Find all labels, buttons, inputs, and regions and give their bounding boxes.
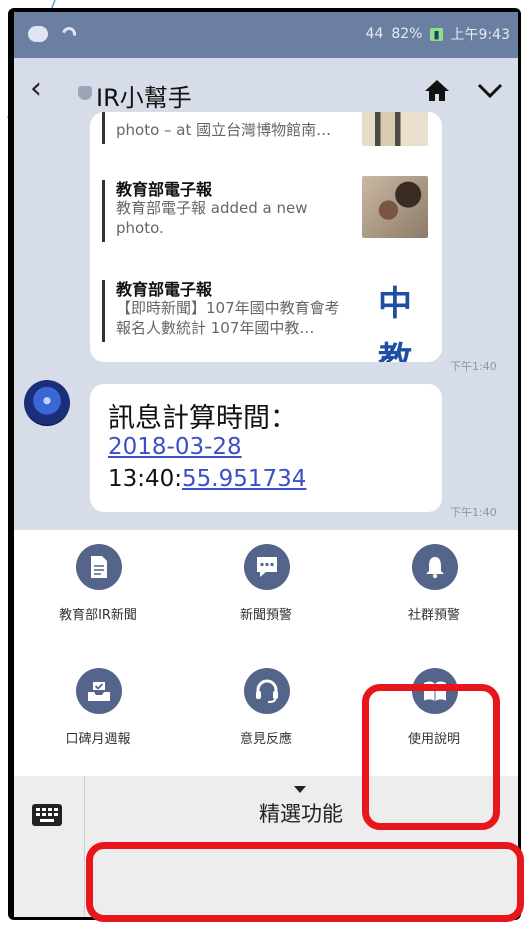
time-prefix: 13:40: (108, 466, 183, 492)
status-bar: 44 82% ▮ 上午9:43 (14, 12, 518, 58)
rich-menu-label: 教育部IR新聞 (59, 608, 137, 623)
message-time-value: 13:40:55.951734 (108, 466, 306, 492)
line-notification-icon (28, 26, 48, 42)
rich-menu-label: 意見反應 (239, 732, 292, 747)
feed-item-title: 教育部電子報 (116, 180, 213, 199)
feed-item-bar (102, 280, 105, 342)
rich-menu-item-feedback[interactable]: 意見反應 (182, 654, 350, 774)
rich-menu-label: 口碑月週報 (65, 732, 131, 747)
message-line-label: 訊息計算時間： (108, 403, 297, 434)
feed-item-title: 教育部電子報 (116, 280, 213, 299)
clock: 上午9:43 (450, 27, 510, 43)
keyboard-icon[interactable] (32, 804, 62, 826)
message-bubble: 訊息計算時間： 2018-03-28 13:40:55.951734 (90, 384, 442, 512)
message-time: 下午1:40 (450, 360, 497, 373)
signal-indicator: 44 (365, 26, 384, 42)
feed-item-bar (102, 112, 105, 144)
inbox-check-icon (76, 668, 122, 714)
chat-title: IR小幫手 (96, 84, 192, 112)
message-time: 下午1:40 (450, 506, 497, 519)
moon-icon (59, 24, 79, 44)
feed-card[interactable]: photo – at 國立台灣博物館南… 教育部電子報 教育部電子報 added… (90, 112, 442, 362)
bell-icon (412, 544, 458, 590)
feed-item-thumbnail: 中教 (362, 276, 428, 362)
chat-bubble-icon (244, 544, 290, 590)
feed-item-desc: 【即時新聞】107年國中教育會考報名人數統計 107年國中教… (116, 299, 340, 337)
document-icon (76, 544, 122, 590)
back-arrow-icon[interactable]: ‹ (30, 74, 42, 104)
rich-menu-item-monthly-report[interactable]: 口碑月週報 (14, 654, 182, 774)
rich-menu-item-ir-news[interactable]: 教育部IR新聞 (14, 530, 182, 650)
feed-item-thumbnail (362, 176, 428, 238)
chat-area[interactable]: photo – at 國立台灣博物館南… 教育部電子報 教育部電子報 added… (14, 112, 518, 530)
feed-item-bar (102, 180, 105, 242)
rich-menu-item-news-alert[interactable]: 新聞預警 (182, 530, 350, 650)
rich-menu-label: 新聞預警 (239, 608, 292, 623)
date-link[interactable]: 2018-03-28 (108, 434, 242, 460)
home-icon[interactable] (424, 78, 450, 102)
bot-avatar[interactable] (24, 380, 70, 426)
feed-item-desc: 教育部電子報 added a new photo. (116, 199, 308, 237)
seconds-link[interactable]: 55.951734 (182, 466, 306, 492)
feed-item-desc: photo – at 國立台灣博物館南… (116, 121, 332, 139)
battery-percent: 82% (391, 26, 423, 42)
caret-down-icon (294, 786, 306, 793)
highlight-box-menu-toggle (86, 842, 524, 922)
chevron-down-icon[interactable] (477, 80, 503, 100)
highlight-box-user-guide (362, 684, 500, 830)
rich-menu-item-social-alert[interactable]: 社群預警 (350, 530, 518, 650)
battery-icon: ▮ (430, 27, 443, 41)
rich-menu-label: 社群預警 (407, 608, 460, 623)
official-account-shield-icon (78, 86, 92, 100)
feed-item-thumbnail (362, 112, 428, 146)
headset-icon (244, 668, 290, 714)
